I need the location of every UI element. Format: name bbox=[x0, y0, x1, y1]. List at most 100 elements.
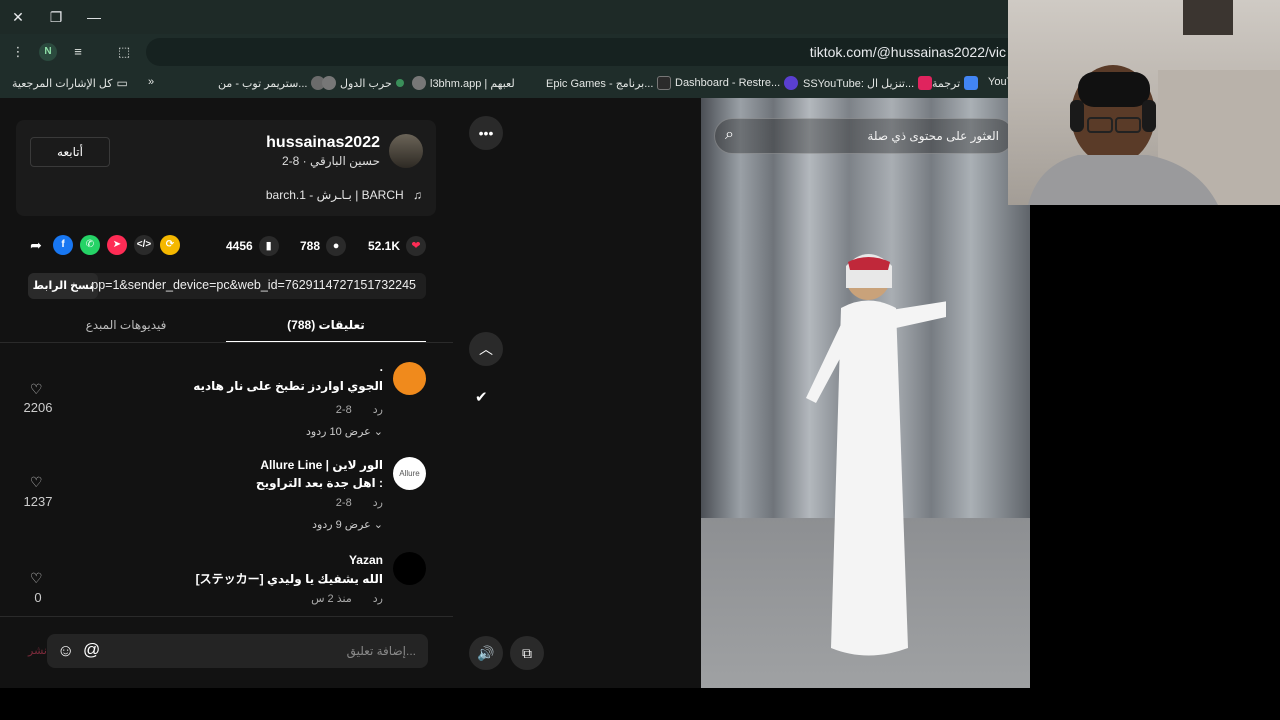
reply-link[interactable]: رد bbox=[373, 497, 383, 509]
extensions-icon[interactable]: ⬚ bbox=[114, 42, 134, 62]
previous-video-button[interactable]: ︿ bbox=[469, 332, 503, 366]
comment-like-count: 0 bbox=[34, 590, 42, 605]
bookmark-icon[interactable]: ▮ bbox=[258, 236, 279, 256]
chevron-down-icon: ⌄ bbox=[373, 519, 383, 531]
save-stat[interactable]: 4456 ▮ bbox=[226, 235, 279, 257]
comment-username[interactable]: Yazan bbox=[349, 553, 383, 567]
more-options-button[interactable]: ••• bbox=[469, 116, 503, 150]
share-link-box: نسخ الرابط ...pp=1&sender_device=pc&web_… bbox=[28, 273, 426, 299]
folder-icon: ▭ bbox=[116, 76, 128, 90]
more-bookmarks-chevron-icon[interactable]: » bbox=[148, 76, 154, 88]
tab-creator-videos[interactable]: فيديوهات المبدع bbox=[26, 313, 226, 343]
minimize-window-icon[interactable]: — bbox=[82, 6, 106, 28]
comment-date: منذ 2 س bbox=[311, 593, 352, 605]
bookmark-favicon-icon bbox=[395, 79, 404, 87]
share-arrow-icon[interactable]: ➦ bbox=[26, 235, 46, 255]
comment-avatar[interactable]: Allure bbox=[393, 457, 426, 490]
picture-in-picture-button[interactable]: ⧉ bbox=[510, 636, 544, 670]
url-text: tiktok.com/@hussainas2022/vic bbox=[809, 44, 1006, 60]
menu-dots-icon[interactable]: ⋮ bbox=[8, 42, 28, 62]
webcam-person bbox=[1028, 0, 1280, 205]
globe-icon bbox=[322, 76, 336, 90]
reply-link[interactable]: رد bbox=[373, 404, 383, 416]
globe-icon bbox=[412, 76, 426, 90]
volume-button[interactable]: 🔊 bbox=[469, 636, 503, 670]
translate-favicon-icon bbox=[964, 76, 979, 90]
repost-icon[interactable]: ⟳ bbox=[160, 235, 180, 255]
webcam-overlay bbox=[1008, 0, 1280, 205]
embed-icon[interactable]: </> bbox=[134, 235, 154, 255]
ssyoutube-icon bbox=[918, 76, 933, 90]
bookmark-item[interactable]: l3bhm.app | لعبهم bbox=[412, 76, 515, 90]
post-button[interactable]: نشر bbox=[28, 644, 47, 657]
comment-date: 8-2 bbox=[335, 404, 352, 416]
bookmark-item[interactable]: ترجمة bbox=[932, 76, 979, 90]
comment-avatar[interactable] bbox=[393, 552, 426, 585]
bookmarks-bar: كل الإشارات المرجعية ▭ » ستريمر توب - من… bbox=[0, 70, 1013, 98]
music-note-icon: ♫ bbox=[413, 188, 422, 202]
restream-icon bbox=[784, 76, 799, 90]
tiktok-page: hussainas2022 حسين البارقي · 8-2 أتابعه … bbox=[0, 98, 1030, 688]
comment-username[interactable]: Allure Line | الور لاين bbox=[260, 458, 383, 472]
bookmark-item[interactable]: SSYouTube: تنزيل ال... bbox=[803, 76, 933, 90]
like-stat[interactable]: 52.1K ❤ bbox=[368, 235, 427, 257]
close-window-icon[interactable]: ✕ bbox=[6, 6, 30, 28]
comment-meta: رد 8-2 bbox=[336, 496, 383, 509]
picture-in-picture-icon: ⧉ bbox=[522, 645, 532, 661]
bookmark-item[interactable]: حرب الدول bbox=[322, 76, 404, 90]
more-horizontal-icon: ••• bbox=[478, 125, 494, 141]
profile-avatar[interactable]: N bbox=[39, 43, 57, 61]
comment-icon[interactable]: ● bbox=[326, 236, 347, 256]
comment-username[interactable]: . bbox=[380, 360, 383, 374]
bottom-bar bbox=[0, 688, 1280, 720]
bookmark-item[interactable]: Dashboard - Restre... bbox=[675, 76, 799, 90]
send-to-friends-icon[interactable]: ➤ bbox=[107, 235, 127, 255]
comment-like-count: 2206 bbox=[23, 400, 53, 415]
reply-link[interactable]: رد bbox=[373, 593, 383, 605]
share-link-text[interactable]: ...pp=1&sender_device=pc&web_id=76291147… bbox=[81, 278, 416, 292]
bookmark-item[interactable]: Epic Games - برنامج... bbox=[546, 76, 672, 90]
address-bar[interactable]: tiktok.com/@hussainas2022/vic bbox=[146, 38, 1016, 66]
creator-username[interactable]: hussainas2022 bbox=[266, 134, 380, 152]
related-search-text: العثور على محتوى ذي صلة bbox=[867, 129, 999, 143]
emoji-icon[interactable]: ☺ bbox=[57, 641, 74, 661]
chevron-up-icon: ︿ bbox=[479, 341, 493, 357]
follow-button[interactable]: أتابعه bbox=[30, 137, 110, 167]
video-player[interactable] bbox=[701, 98, 1030, 688]
comments-panel: hussainas2022 حسين البارقي · 8-2 أتابعه … bbox=[0, 98, 453, 688]
heart-icon[interactable]: ❤ bbox=[406, 236, 427, 256]
browser-titlebar: ✕ ❐ — bbox=[0, 0, 1008, 34]
comment-like-icon[interactable]: ♡ bbox=[30, 474, 43, 491]
comment-text: [ステッカー] الله يشفيك يا وليدي bbox=[195, 572, 383, 586]
mention-icon[interactable]: @ bbox=[83, 640, 100, 660]
epic-games-icon bbox=[657, 76, 672, 90]
comment-text: الجوي اواردز تطبخ على نار هاديه bbox=[193, 379, 383, 393]
search-icon: ⌕ bbox=[725, 126, 734, 143]
comment-input[interactable]: إضافة تعليق... ☺ @ bbox=[47, 634, 428, 668]
comment-meta: رد 8-2 bbox=[336, 403, 383, 416]
all-bookmarks[interactable]: كل الإشارات المرجعية ▭ bbox=[12, 76, 128, 90]
tab-comments[interactable]: (788) تعليقات bbox=[226, 313, 426, 343]
creator-avatar[interactable] bbox=[389, 134, 423, 168]
tab-divider bbox=[0, 342, 453, 343]
related-search-bar[interactable]: العثور على محتوى ذي صلة ⌕ bbox=[714, 118, 1014, 154]
bookmark-item[interactable]: ستريمر توب - من... bbox=[218, 76, 326, 90]
view-replies-button[interactable]: عرض 10 ردود ⌄ bbox=[306, 425, 383, 438]
creator-card: hussainas2022 حسين البارقي · 8-2 أتابعه … bbox=[16, 120, 436, 216]
comment-like-icon[interactable]: ♡ bbox=[30, 570, 43, 587]
restore-window-icon[interactable]: ❐ bbox=[44, 6, 68, 28]
music-link[interactable]: barch.1 - بـاـرش | BARCH ♫ bbox=[266, 188, 422, 202]
filter-icon[interactable]: ≡ bbox=[68, 42, 88, 62]
whatsapp-icon[interactable]: ✆ bbox=[80, 235, 100, 255]
chevron-down-icon: ⌄ bbox=[373, 426, 383, 438]
comment-stat[interactable]: 788 ● bbox=[300, 235, 347, 257]
view-replies-button[interactable]: عرض 9 ردود ⌄ bbox=[312, 518, 383, 531]
comment-meta: رد منذ 2 س bbox=[311, 592, 383, 605]
volume-icon: 🔊 bbox=[477, 645, 495, 661]
creator-subtitle: حسين البارقي · 8-2 bbox=[281, 154, 380, 168]
comment-avatar[interactable] bbox=[393, 362, 426, 395]
facebook-icon[interactable]: f bbox=[53, 235, 73, 255]
comment-text: اهل جدة بعد التراويح : bbox=[255, 476, 383, 490]
composer-divider bbox=[0, 616, 453, 617]
comment-like-icon[interactable]: ♡ bbox=[30, 381, 43, 398]
